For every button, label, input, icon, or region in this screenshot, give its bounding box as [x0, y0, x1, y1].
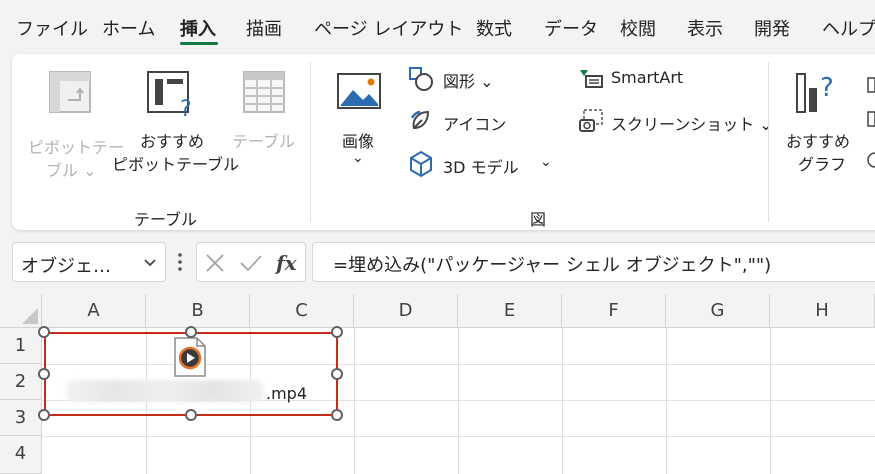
video-file-icon [174, 337, 206, 377]
screenshot-icon [579, 109, 603, 132]
tab-review[interactable]: 校閲 [620, 15, 656, 41]
resize-handle-bottom[interactable] [185, 409, 197, 421]
insert-function-icon[interactable]: fx [275, 251, 301, 275]
chevron-down-icon[interactable] [143, 258, 157, 268]
blurred-filename [66, 380, 264, 402]
grid-line [42, 436, 875, 437]
tab-data[interactable]: データ [544, 15, 598, 41]
tab-formulas[interactable]: 数式 [476, 15, 512, 41]
shapes-icon [409, 67, 433, 91]
tab-help[interactable]: ヘルプ [822, 15, 875, 41]
smartart-icon [580, 70, 603, 88]
tab-file[interactable]: ファイル [16, 15, 88, 41]
chevron-down-icon: ⌄ [540, 154, 552, 170]
illustrations-group-label: 図 [530, 210, 547, 229]
svg-text:?: ? [820, 73, 834, 103]
table-label: テーブル [232, 132, 296, 151]
column-header-h[interactable]: H [770, 294, 875, 328]
icons-label: アイコン [443, 115, 507, 134]
grid-line [666, 328, 667, 474]
group-separator [310, 62, 311, 222]
chevron-down-icon: ⌄ [352, 150, 364, 166]
more-charts-icon[interactable] [866, 76, 875, 176]
group-separator [768, 62, 769, 222]
smartart-label: SmartArt [611, 68, 684, 87]
3d-models-label: 3D モデル [443, 158, 519, 177]
recommended-charts-label-2: グラフ [798, 155, 847, 174]
column-header-g[interactable]: G [666, 294, 770, 328]
resize-handle-top-right[interactable] [331, 326, 343, 338]
grid-line [562, 328, 563, 474]
column-header-a[interactable]: A [42, 294, 146, 328]
column-header-e[interactable]: E [458, 294, 562, 328]
row-header-4[interactable]: 4 [0, 436, 42, 474]
tab-insert[interactable]: 挿入 [180, 15, 216, 41]
row-header-2[interactable]: 2 [0, 364, 42, 400]
tab-page-layout[interactable]: ページ レイアウト [314, 15, 463, 41]
resize-handle-top-left[interactable] [38, 326, 50, 338]
tab-draw[interactable]: 描画 [246, 15, 282, 41]
formula-text: =埋め込み("パッケージャー シェル オブジェクト","") [333, 255, 772, 276]
screenshot-label: スクリーンショット ⌄ [611, 115, 773, 134]
recommended-pivot-icon: ? [147, 71, 192, 118]
select-all-corner[interactable] [0, 294, 42, 328]
grid-line [354, 328, 355, 474]
pivot-table-icon [49, 71, 91, 113]
formula-bar[interactable]: =埋め込み("パッケージャー シェル オブジェクト","") [312, 242, 875, 282]
enter-icon[interactable] [239, 254, 263, 272]
tab-home[interactable]: ホーム [102, 15, 155, 41]
cancel-icon[interactable] [205, 254, 225, 272]
resize-handle-left[interactable] [38, 368, 50, 380]
row-header-3[interactable]: 3 [0, 400, 42, 436]
table-group-label: テーブル [134, 210, 198, 229]
row-header-1[interactable]: 1 [0, 328, 42, 364]
menu-bar: ファイル ホーム 挿入 描画 ページ レイアウト 数式 データ 校閲 表示 開発… [0, 0, 875, 52]
recommended-pivot-label-1: おすすめ [140, 132, 205, 151]
svg-text:?: ? [180, 97, 192, 118]
picture-icon [337, 73, 381, 109]
icons-icon [410, 110, 430, 130]
active-tab-indicator [180, 42, 218, 45]
name-box[interactable]: オブジェ… [12, 242, 166, 282]
select-all-icon [22, 308, 38, 324]
recommended-charts-icon: ? [796, 73, 834, 113]
images-label: 画像 [342, 132, 375, 151]
column-header-c[interactable]: C [250, 294, 354, 328]
pivot-table-label-1: ピボットテー [28, 138, 125, 157]
svg-text:fx: fx [275, 251, 298, 275]
tab-developer[interactable]: 開発 [754, 15, 790, 41]
column-header-f[interactable]: F [562, 294, 666, 328]
resize-handle-bottom-right[interactable] [331, 409, 343, 421]
column-header-b[interactable]: B [146, 294, 250, 328]
resize-handle-top[interactable] [185, 326, 197, 338]
file-extension: .mp4 [266, 384, 308, 403]
cube-icon [410, 150, 432, 178]
column-header-d[interactable]: D [354, 294, 458, 328]
table-icon [243, 71, 285, 113]
resize-handle-bottom-left[interactable] [38, 409, 50, 421]
tab-view[interactable]: 表示 [687, 15, 723, 41]
recommended-charts-label-1: おすすめ [786, 132, 851, 151]
formula-controls: fx [196, 242, 306, 282]
pivot-table-label-2: ブル ⌄ [46, 161, 97, 180]
resize-handle-right[interactable] [331, 368, 343, 380]
shapes-label: 図形 ⌄ [443, 72, 494, 91]
recommended-pivot-label-2: ピボットテーブル [112, 155, 240, 174]
name-box-value: オブジェ… [21, 256, 111, 277]
grid-line [458, 328, 459, 474]
more-options-icon[interactable] [176, 252, 184, 272]
grid-line [770, 328, 771, 474]
